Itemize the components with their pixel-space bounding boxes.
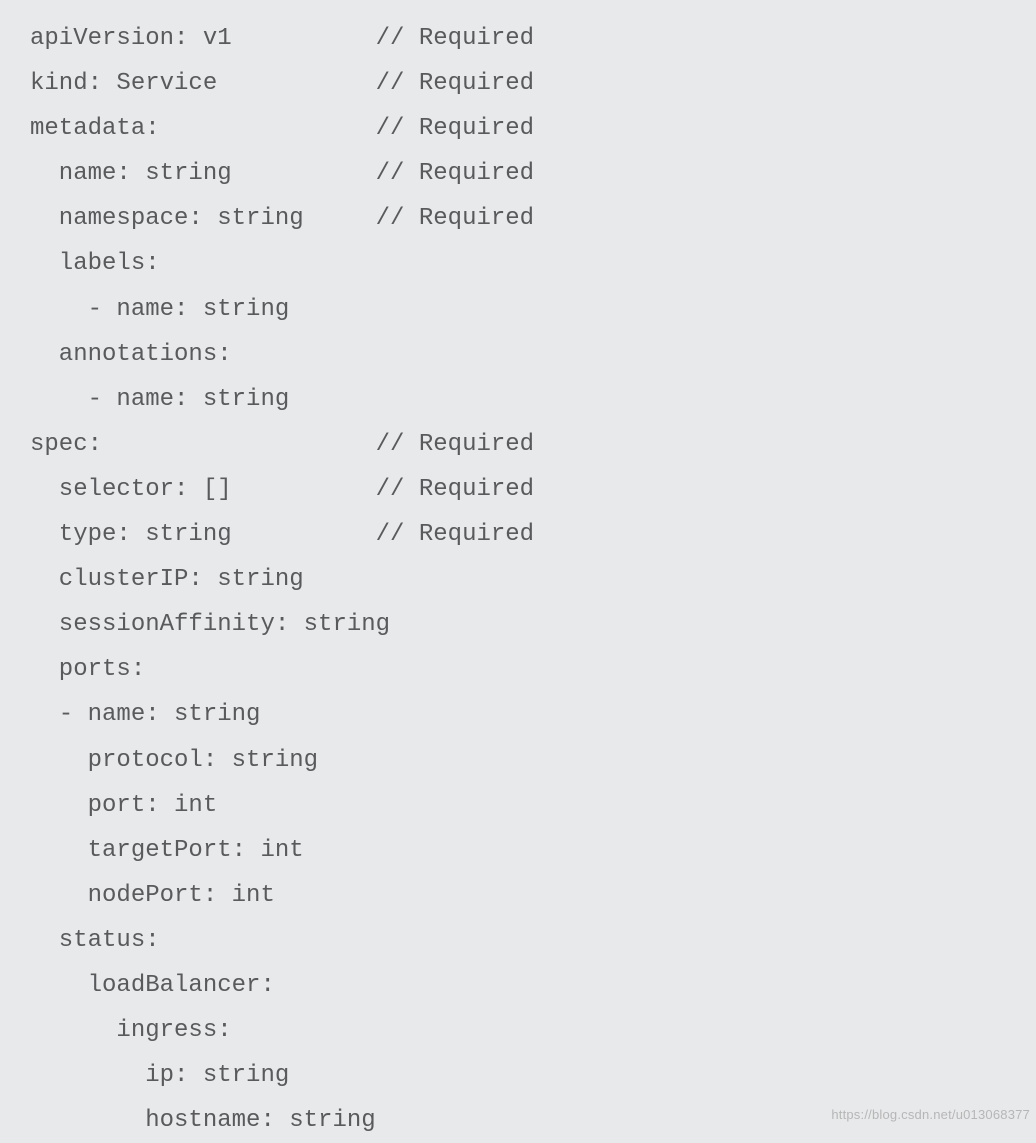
code-line: annotations: — [30, 332, 1036, 377]
code-line: port: int — [30, 783, 1036, 828]
code-line: name: string // Required — [30, 151, 1036, 196]
code-text: spec: // Required — [30, 431, 534, 458]
code-text: clusterIP: string — [30, 566, 304, 593]
code-text: sessionAffinity: string — [30, 611, 390, 638]
code-line: metadata: // Required — [30, 106, 1036, 151]
code-line: status: — [30, 918, 1036, 963]
code-text: ports: — [30, 656, 145, 683]
code-line: namespace: string // Required — [30, 196, 1036, 241]
code-line: loadBalancer: — [30, 963, 1036, 1008]
code-text: namespace: string // Required — [30, 205, 534, 232]
code-text: - name: string — [30, 386, 289, 413]
code-line: labels: — [30, 241, 1036, 286]
code-text: nodePort: int — [30, 882, 275, 909]
code-line: - name: string — [30, 377, 1036, 422]
code-line: nodePort: int — [30, 873, 1036, 918]
code-text: - name: string — [30, 296, 289, 323]
code-text: kind: Service // Required — [30, 70, 534, 97]
code-text: annotations: — [30, 341, 232, 368]
code-line: ingress: — [30, 1008, 1036, 1053]
code-text: ingress: — [30, 1017, 232, 1044]
code-text: metadata: // Required — [30, 115, 534, 142]
code-text: apiVersion: v1 // Required — [30, 25, 534, 52]
code-line: clusterIP: string — [30, 557, 1036, 602]
code-line: kind: Service // Required — [30, 61, 1036, 106]
code-text: - name: string — [30, 701, 260, 728]
code-line: apiVersion: v1 // Required — [30, 16, 1036, 61]
code-line: - name: string — [30, 287, 1036, 332]
code-line: type: string // Required — [30, 512, 1036, 557]
code-text: hostname: string — [30, 1107, 376, 1134]
code-text: loadBalancer: — [30, 972, 275, 999]
code-line: spec: // Required — [30, 422, 1036, 467]
code-text: selector: [] // Required — [30, 476, 534, 503]
code-text: protocol: string — [30, 747, 318, 774]
code-line: targetPort: int — [30, 828, 1036, 873]
code-text: ip: string — [30, 1062, 289, 1089]
code-text: name: string // Required — [30, 160, 534, 187]
code-text: type: string // Required — [30, 521, 534, 548]
code-line: - name: string — [30, 692, 1036, 737]
code-text: status: — [30, 927, 160, 954]
watermark-text: https://blog.csdn.net/u013068377 — [831, 1107, 1030, 1122]
code-text: targetPort: int — [30, 837, 304, 864]
code-line: sessionAffinity: string — [30, 602, 1036, 647]
code-line: ports: — [30, 647, 1036, 692]
code-block: apiVersion: v1 // Required kind: Service … — [30, 16, 1036, 1143]
code-line: selector: [] // Required — [30, 467, 1036, 512]
code-line: ip: string — [30, 1053, 1036, 1098]
code-line: protocol: string — [30, 738, 1036, 783]
code-text: port: int — [30, 792, 217, 819]
code-text: labels: — [30, 250, 160, 277]
